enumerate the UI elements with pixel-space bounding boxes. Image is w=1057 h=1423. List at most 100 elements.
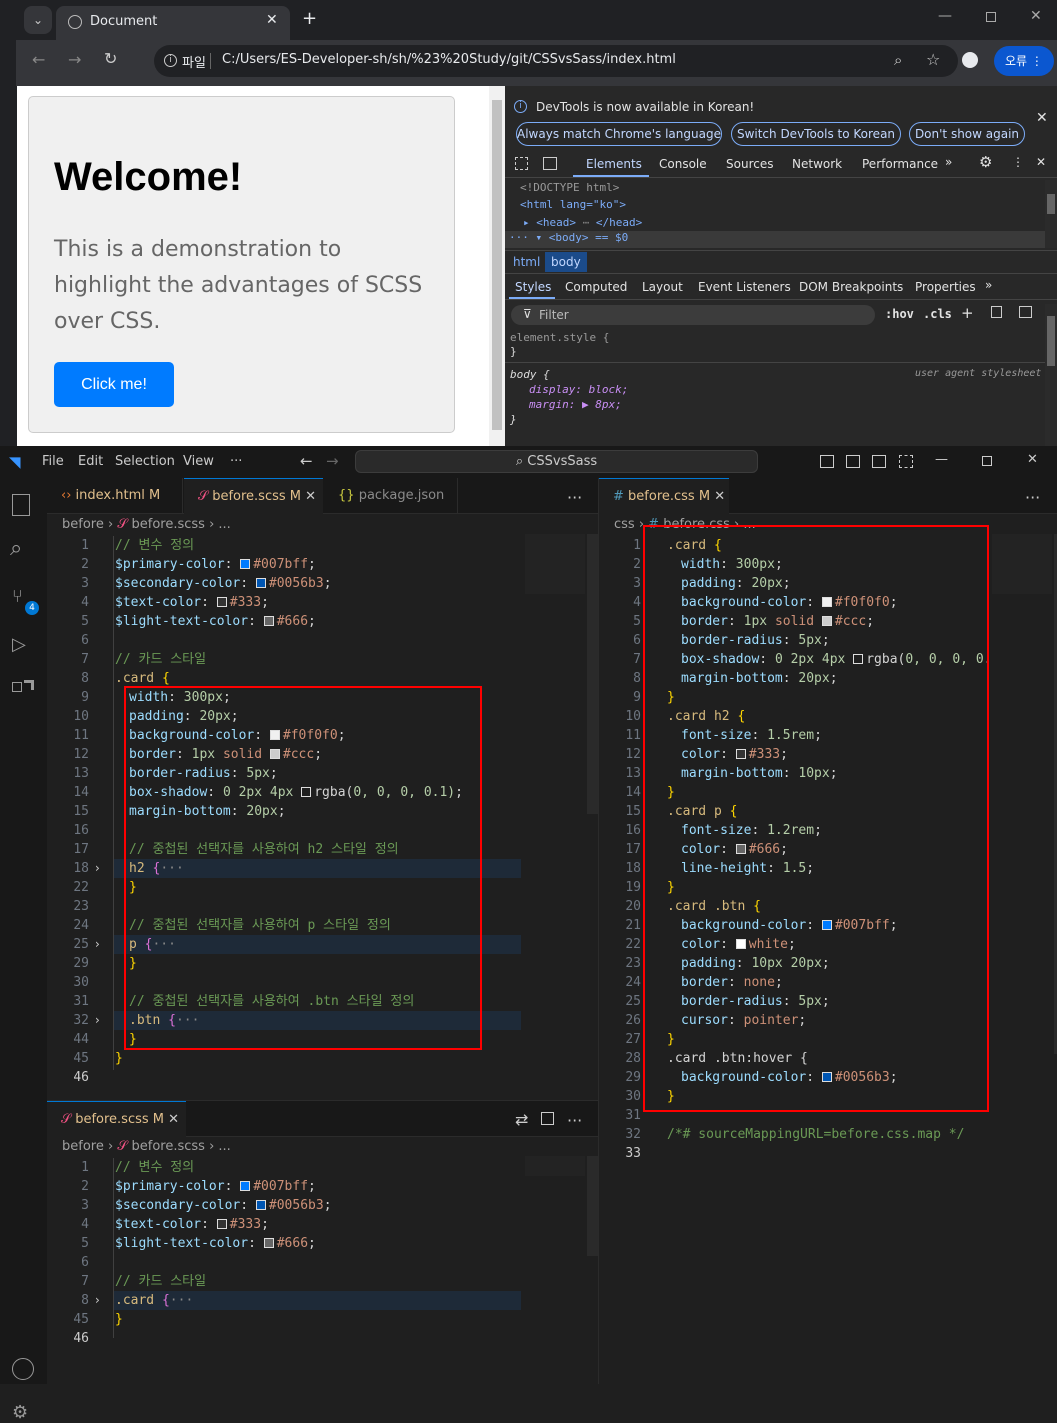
fold-chevron-icon[interactable]: › xyxy=(95,1011,100,1030)
minimap[interactable] xyxy=(525,534,585,594)
dom-doctype[interactable]: <!DOCTYPE html> xyxy=(520,181,619,194)
tab-sources[interactable]: Sources xyxy=(726,157,773,171)
compare-icon[interactable]: ⇄ xyxy=(515,1110,528,1129)
menu-edit[interactable]: Edit xyxy=(78,454,103,469)
crumb-file[interactable]: before.scss xyxy=(132,517,205,532)
tab-index-html[interactable]: ‹› index.html M xyxy=(47,478,183,514)
match-language-button[interactable]: Always match Chrome's language xyxy=(516,122,722,146)
crumb-folder[interactable]: css xyxy=(614,517,635,532)
code-line[interactable]: $primary-color: #007bff; xyxy=(115,555,316,574)
menu-selection[interactable]: Selection xyxy=(115,454,175,469)
switch-korean-button[interactable]: Switch DevTools to Korean xyxy=(731,122,901,146)
code-line[interactable]: $primary-color: #007bff; xyxy=(115,1177,316,1196)
browser-tab-document[interactable]: Document ✕ xyxy=(56,6,290,40)
menu-more[interactable]: ··· xyxy=(230,454,242,469)
vs-minimize-icon[interactable]: — xyxy=(935,452,948,467)
tab-network[interactable]: Network xyxy=(792,157,842,171)
tab-list-button[interactable]: ⌄ xyxy=(24,6,52,34)
subtab-dom-breakpoints[interactable]: DOM Breakpoints xyxy=(799,280,903,294)
code-line[interactable]: } xyxy=(115,1049,123,1068)
back-icon[interactable]: ← xyxy=(32,50,45,69)
code-line[interactable]: } xyxy=(115,1310,123,1329)
code-line[interactable]: // 변수 정의 xyxy=(115,536,194,555)
close-window-icon[interactable]: ✕ xyxy=(1030,8,1042,24)
maximize-icon[interactable] xyxy=(986,12,996,22)
account-icon[interactable] xyxy=(12,1358,34,1380)
crumb-file[interactable]: before.scss xyxy=(132,1139,205,1154)
fold-chevron-icon[interactable]: › xyxy=(95,859,100,878)
color-swatch[interactable] xyxy=(240,1181,251,1191)
search-view-icon[interactable]: ⌕ xyxy=(10,536,22,561)
devtools-dom-scrollbar[interactable] xyxy=(1045,180,1057,248)
paint-icon[interactable] xyxy=(991,306,1002,318)
styles-scrollbar[interactable] xyxy=(1045,304,1057,446)
new-rule-icon[interactable]: + xyxy=(961,304,974,322)
code-line[interactable]: // 변수 정의 xyxy=(115,1158,194,1177)
profile-icon[interactable] xyxy=(962,52,978,68)
dom-head[interactable]: ▸ <head> ⋯ </head> xyxy=(523,216,642,229)
tab-before-scss[interactable]: 𝒮 before.scss M ✕ xyxy=(184,478,323,514)
devtools-menu-icon[interactable]: ⋮ xyxy=(1012,155,1024,169)
subtab-computed[interactable]: Computed xyxy=(565,280,627,294)
page-scrollbar[interactable] xyxy=(489,86,505,446)
zoom-icon[interactable]: ⌕ xyxy=(894,51,902,69)
omnibox[interactable]: i 파일 C:/Users/ES-Developer-sh/sh/%23%20S… xyxy=(154,45,958,77)
sidebar-toggle-icon[interactable] xyxy=(1019,306,1032,318)
code-line[interactable]: $light-text-color: #666; xyxy=(115,612,316,631)
vs-maximize-icon[interactable] xyxy=(982,456,992,466)
tab-package-json[interactable]: {} package.json xyxy=(324,478,458,514)
reload-icon[interactable]: ↻ xyxy=(104,49,117,68)
code-line[interactable]: $secondary-color: #0056b3; xyxy=(115,574,332,593)
close-tab-icon[interactable]: ✕ xyxy=(168,1112,179,1127)
fold-chevron-icon[interactable]: › xyxy=(95,935,100,954)
crumb-folder[interactable]: before xyxy=(62,517,104,532)
explorer-icon[interactable] xyxy=(12,494,30,516)
toggle-panel-icon[interactable] xyxy=(846,455,860,468)
right-editor-more-icon[interactable]: ··· xyxy=(1025,488,1040,507)
vs-close-icon[interactable]: ✕ xyxy=(1027,452,1038,467)
split-editor-icon[interactable] xyxy=(541,1112,554,1125)
code-line[interactable]: .card {··· xyxy=(115,1291,193,1310)
nav-back-icon[interactable]: ← xyxy=(300,452,313,470)
settings-gear-icon[interactable]: ⚙ xyxy=(979,153,992,171)
code-line[interactable]: $secondary-color: #0056b3; xyxy=(115,1196,332,1215)
dom-html[interactable]: <html lang="ko"> xyxy=(520,198,626,211)
color-swatch[interactable] xyxy=(216,1219,227,1229)
body-rule-selector[interactable]: body { xyxy=(510,368,550,381)
crumb-html[interactable]: html xyxy=(513,255,540,269)
device-toolbar-icon[interactable] xyxy=(543,157,557,170)
color-swatch[interactable] xyxy=(263,616,274,626)
nav-forward-icon[interactable]: → xyxy=(326,452,339,470)
run-debug-icon[interactable]: ▷ xyxy=(12,634,26,655)
devtools-close-icon[interactable]: ✕ xyxy=(1036,155,1046,169)
minimap[interactable] xyxy=(992,534,1052,594)
crumb-body[interactable]: body xyxy=(545,252,587,272)
hov-toggle[interactable]: :hov xyxy=(885,307,914,321)
code-line[interactable]: // 카드 스타일 xyxy=(115,650,206,669)
decl-margin[interactable]: margin: ▶ 8px; xyxy=(529,398,622,411)
error-profile-button[interactable]: 오류 ⋮ xyxy=(994,46,1054,76)
tab-before-css[interactable]: # before.css M ✕ xyxy=(599,478,729,514)
close-tab-icon[interactable]: ✕ xyxy=(714,489,725,504)
tab-console[interactable]: Console xyxy=(659,157,707,171)
cls-toggle[interactable]: .cls xyxy=(923,307,952,321)
dom-body-selected[interactable]: ··· ▾ <body> == $0 xyxy=(505,231,1045,248)
more-tabs-icon[interactable]: » xyxy=(945,155,952,169)
subtab-properties[interactable]: Properties xyxy=(915,280,976,294)
close-tab-icon[interactable]: ✕ xyxy=(266,12,278,28)
code-line[interactable]: $text-color: #333; xyxy=(115,1215,269,1234)
subtab-styles[interactable]: Styles xyxy=(515,280,551,294)
subtab-layout[interactable]: Layout xyxy=(642,280,683,294)
menu-view[interactable]: View xyxy=(183,454,214,469)
tab-performance[interactable]: Performance xyxy=(862,157,938,171)
site-info-icon[interactable]: i xyxy=(164,54,177,67)
element-style-rule[interactable]: element.style { xyxy=(510,331,609,344)
source-control-icon[interactable]: ⑂ xyxy=(12,586,23,607)
close-notice-icon[interactable]: ✕ xyxy=(1036,110,1048,126)
bottom-editor-more-icon[interactable]: ··· xyxy=(567,1111,582,1130)
editor-more-icon[interactable]: ··· xyxy=(567,488,582,507)
code-line[interactable]: $text-color: #333; xyxy=(115,593,269,612)
manage-gear-icon[interactable]: ⚙ xyxy=(12,1402,28,1423)
crumb-folder[interactable]: before xyxy=(62,1139,104,1154)
code-line[interactable]: $light-text-color: #666; xyxy=(115,1234,316,1253)
